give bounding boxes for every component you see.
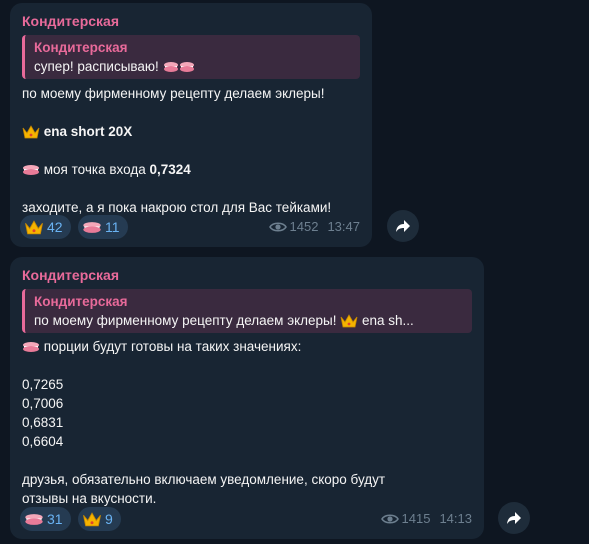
crown-icon [22,125,40,139]
target-value: 0,7006 [22,396,64,411]
quote-author: Кондитерская [34,294,128,309]
macaron-icon [23,165,39,176]
reaction-count: 9 [105,511,113,527]
message-bubble[interactable]: Кондитерская Кондитерская по моему фирме… [10,257,484,539]
eye-icon [380,514,399,524]
reply-quote[interactable]: Кондитерская по моему фирменному рецепту… [22,289,472,333]
reaction-crown[interactable]: 42 [20,215,71,239]
portions-text: порции будут готовы на таких значениях: [43,339,302,354]
macaron-icon [83,221,101,233]
message-text-outro: друзья, обязательно включаем уведомление… [22,472,386,487]
crown-icon [83,511,101,526]
message-footer: 31 9 1415 14:13 [20,507,472,531]
crown-icon [25,219,43,234]
message-author[interactable]: Кондитерская [22,266,472,284]
quote-text-start: по моему фирменному рецепту делаем эклер… [34,313,341,328]
entry-line: моя точка входа 0,7324 [22,160,360,179]
message-text-outro: отзывы на вкусности. [22,491,157,506]
reaction-count: 42 [47,219,63,235]
quote-text: супер! расписываю! [34,57,352,76]
share-arrow-icon [396,220,410,232]
target-value: 0,7265 [22,377,64,392]
trade-line: ena short 20X [22,122,360,141]
message-author[interactable]: Кондитерская [22,12,360,30]
crown-icon [340,314,358,328]
macaron-icon [23,342,39,353]
macaron-icon [25,513,43,525]
target-value: 0,6604 [22,434,64,449]
message-bubble[interactable]: Кондитерская Кондитерская супер! расписы… [10,3,372,247]
reaction-macaron[interactable]: 11 [78,215,128,239]
message-time: 13:47 [327,219,360,234]
reaction-count: 11 [105,219,120,235]
views-count: 1452 [289,219,319,234]
message-meta: 1452 13:47 [268,219,360,235]
quote-text: по моему фирменному рецепту делаем эклер… [34,311,464,330]
message-footer: 42 11 1452 13:47 [20,215,360,239]
reaction-macaron[interactable]: 31 [20,507,71,531]
reply-quote[interactable]: Кондитерская супер! расписываю! [22,35,360,79]
message-time: 14:13 [439,511,472,526]
entry-value: 0,7324 [149,162,191,177]
reaction-crown[interactable]: 9 [78,507,121,531]
target-value: 0,6831 [22,415,64,430]
message-text-intro: по моему фирменному рецепту делаем эклер… [22,86,325,101]
views-count: 1415 [401,511,431,526]
share-button[interactable] [498,502,530,534]
quote-text-end: ena sh... [358,313,414,328]
share-arrow-icon [507,512,521,524]
message-meta: 1415 14:13 [380,511,472,527]
portions-line: порции будут готовы на таких значениях: [22,337,472,356]
quote-text-content: супер! расписываю! [34,59,159,74]
entry-label: моя точка входа [43,162,150,177]
share-button[interactable] [387,210,419,242]
trade-text: ena short 20X [43,124,133,139]
macaron-icon [163,62,194,73]
reaction-count: 31 [47,511,63,527]
eye-icon [268,222,287,232]
quote-author: Кондитерская [34,40,128,55]
